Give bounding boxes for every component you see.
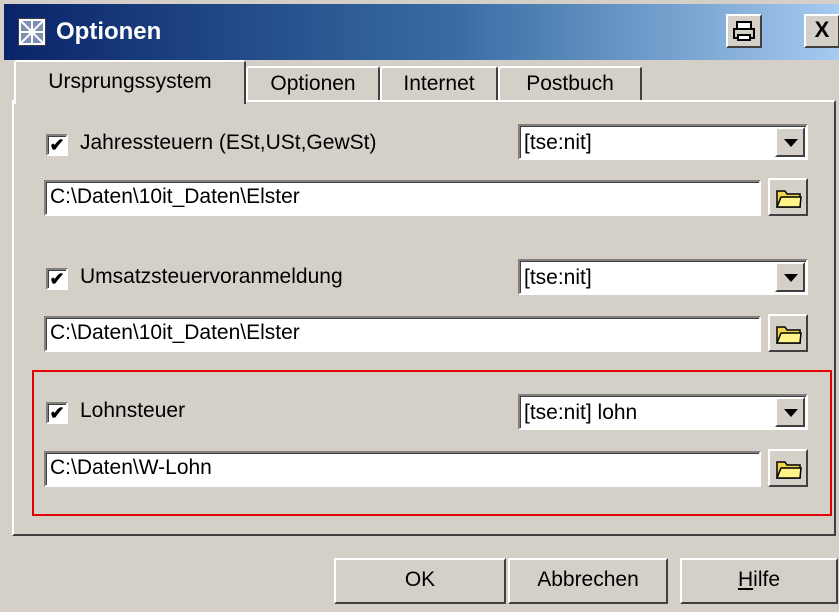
jahressteuern-label: Jahressteuern (ESt,USt,GewSt) bbox=[80, 131, 377, 154]
tab-postbuch[interactable]: Postbuch bbox=[498, 66, 642, 102]
ok-button[interactable]: OK bbox=[334, 558, 506, 604]
tab-optionen[interactable]: Optionen bbox=[246, 66, 380, 102]
dropdown-button[interactable] bbox=[775, 397, 805, 427]
app-icon bbox=[18, 18, 46, 46]
check-mark-icon: ✔ bbox=[49, 135, 65, 155]
help-accel-letter: H bbox=[737, 568, 754, 591]
umsatzsteuer-path-input[interactable]: C:\Daten\10it_Daten\Elster bbox=[44, 316, 761, 352]
chevron-down-icon bbox=[784, 409, 798, 417]
title-bar[interactable]: Optionen X bbox=[4, 4, 839, 60]
lohnsteuer-label: Lohnsteuer bbox=[80, 399, 186, 422]
jahressteuern-select[interactable]: [tse:nit] bbox=[518, 124, 808, 160]
tab-label: Ursprungssystem bbox=[48, 70, 212, 93]
umsatzsteuer-browse-button[interactable] bbox=[768, 314, 808, 352]
highlight-box bbox=[32, 370, 832, 516]
help-label: ilfe bbox=[753, 568, 781, 591]
jahressteuern-browse-button[interactable] bbox=[768, 178, 808, 216]
folder-icon bbox=[776, 190, 802, 208]
lohnsteuer-checkbox[interactable]: ✔ bbox=[46, 402, 68, 424]
check-mark-icon: ✔ bbox=[49, 403, 65, 423]
help-button[interactable]: Hilfe bbox=[680, 558, 838, 604]
umsatzsteuer-label: Umsatzsteuervoranmeldung bbox=[80, 265, 343, 288]
options-dialog: Optionen X Ursprungssystem Optionen Inte… bbox=[0, 0, 839, 612]
dropdown-button[interactable] bbox=[775, 127, 805, 157]
umsatzsteuer-checkbox[interactable]: ✔ bbox=[46, 268, 68, 290]
tab-ursprungssystem[interactable]: Ursprungssystem bbox=[14, 60, 246, 104]
lohnsteuer-path-input[interactable]: C:\Daten\W-Lohn bbox=[44, 451, 761, 487]
close-icon: X bbox=[814, 17, 830, 42]
check-mark-icon: ✔ bbox=[49, 269, 65, 289]
ok-label: OK bbox=[404, 568, 436, 591]
chevron-down-icon bbox=[784, 274, 798, 282]
folder-icon bbox=[776, 461, 802, 479]
select-value: [tse:nit] bbox=[524, 131, 592, 154]
lohnsteuer-browse-button[interactable] bbox=[768, 449, 808, 487]
dropdown-button[interactable] bbox=[775, 262, 805, 292]
cancel-button[interactable]: Abbrechen bbox=[508, 558, 668, 604]
close-button[interactable]: X bbox=[804, 14, 839, 48]
umsatzsteuer-select[interactable]: [tse:nit] bbox=[518, 259, 808, 295]
cancel-label: Abbrechen bbox=[537, 568, 639, 591]
jahressteuern-path-input[interactable]: C:\Daten\10it_Daten\Elster bbox=[44, 180, 761, 216]
folder-icon bbox=[776, 326, 802, 344]
tab-label: Optionen bbox=[270, 72, 356, 95]
jahressteuern-checkbox[interactable]: ✔ bbox=[46, 134, 68, 156]
window-title: Optionen bbox=[56, 18, 162, 45]
chevron-down-icon bbox=[784, 139, 798, 147]
tab-label: Postbuch bbox=[526, 72, 614, 95]
lohnsteuer-select[interactable]: [tse:nit] lohn bbox=[518, 394, 808, 430]
tab-label: Internet bbox=[403, 72, 475, 95]
print-button[interactable] bbox=[726, 14, 762, 48]
select-value: [tse:nit] bbox=[524, 266, 592, 289]
select-value: [tse:nit] lohn bbox=[524, 401, 638, 424]
printer-icon bbox=[733, 21, 755, 41]
tab-internet[interactable]: Internet bbox=[380, 66, 498, 102]
